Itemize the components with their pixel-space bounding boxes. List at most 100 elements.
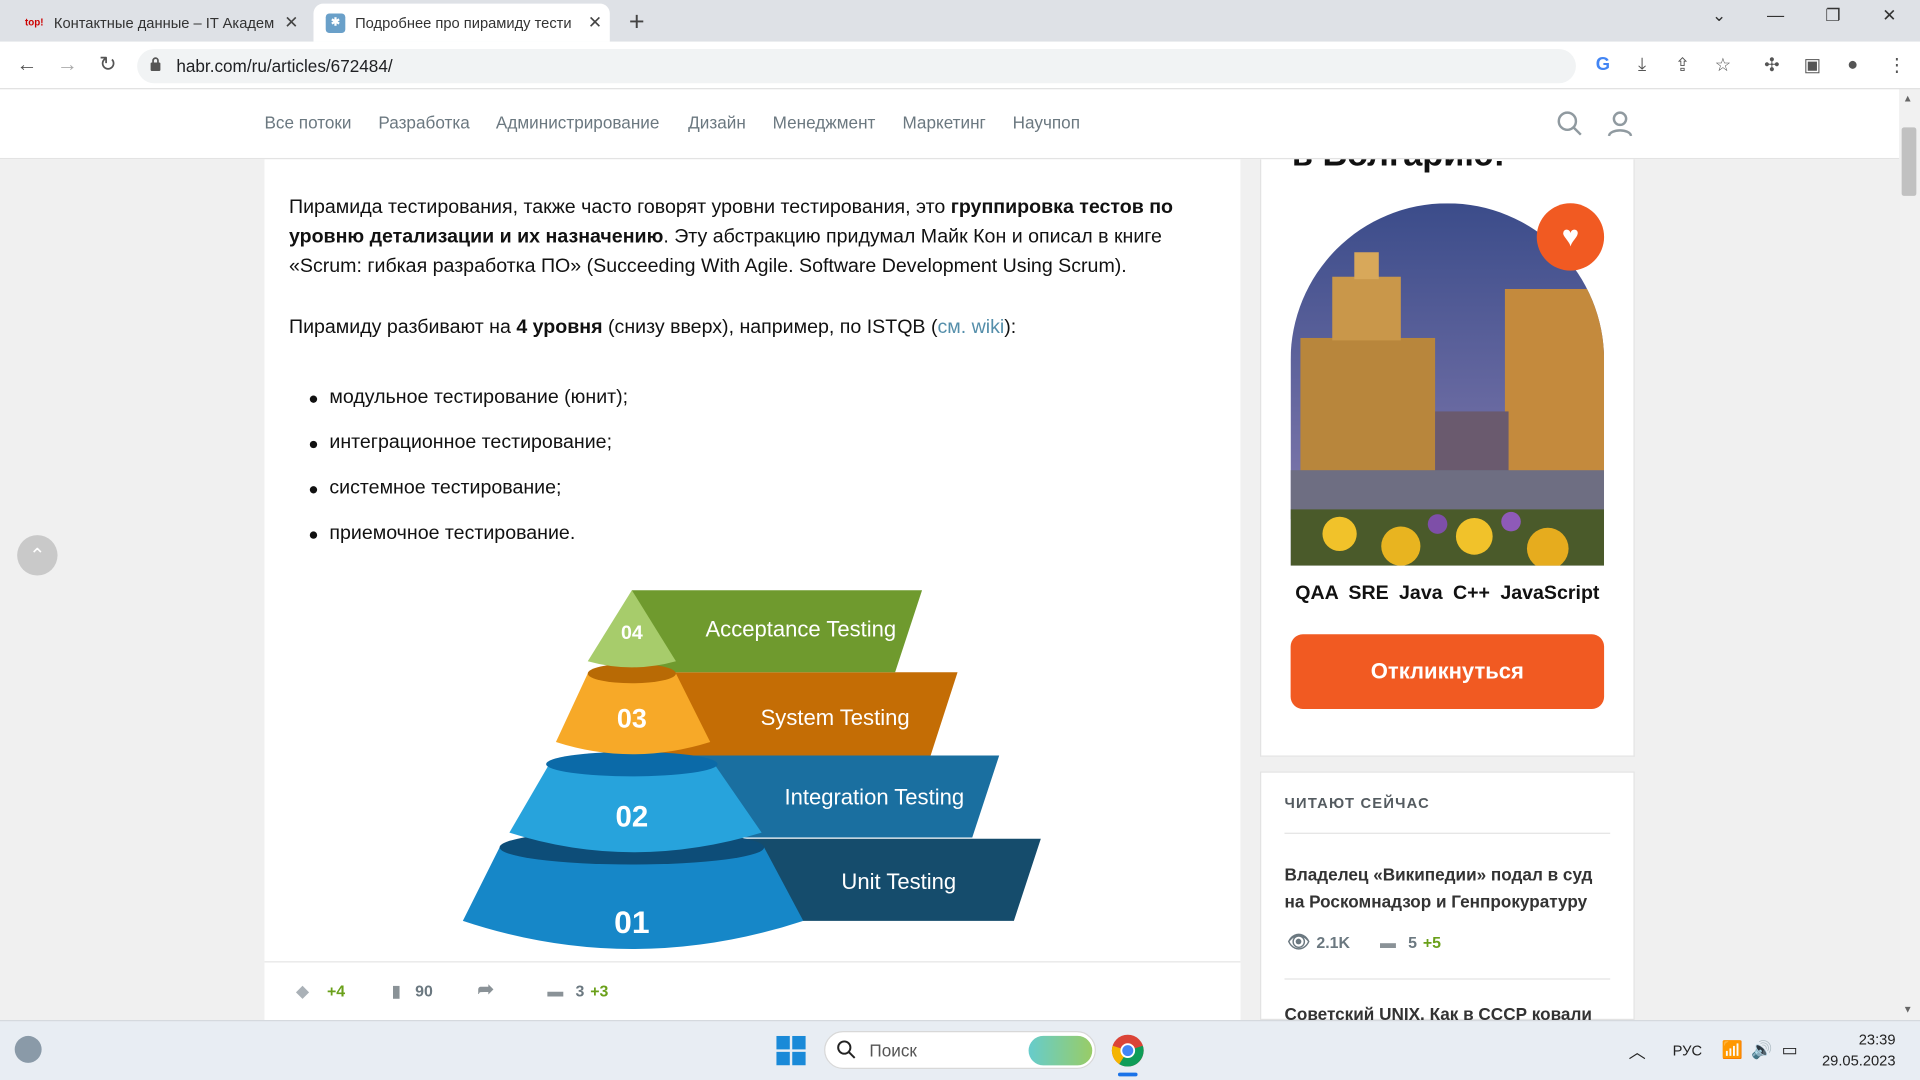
clock-date[interactable]: 29.05.2023	[1810, 1052, 1896, 1069]
volume-icon[interactable]: 🔊	[1751, 1040, 1772, 1061]
tab-habr-article[interactable]: ✱ Подробнее про пирамиду тести ✕	[313, 3, 610, 42]
close-tab-icon[interactable]: ✕	[580, 12, 609, 33]
nav-item-all[interactable]: Все потоки	[264, 113, 351, 133]
scroll-down-arrow-icon[interactable]: ▼	[1903, 1004, 1913, 1015]
reload-icon[interactable]: ↻	[93, 53, 122, 77]
paragraph-bold: 4 уровня	[516, 317, 603, 338]
chrome-taskbar-icon[interactable]	[1111, 1033, 1145, 1067]
scrollbar-thumb[interactable]	[1901, 127, 1917, 196]
nav-item-popsci[interactable]: Научпоп	[1013, 113, 1080, 133]
divider	[1284, 978, 1611, 980]
views-eye-icon: 👁	[1286, 931, 1311, 953]
download-icon[interactable]: ⤓	[1629, 54, 1656, 75]
star-icon[interactable]: ☆	[1709, 54, 1736, 76]
page-scrollbar[interactable]	[1899, 89, 1920, 1021]
back-icon[interactable]: ←	[12, 53, 41, 77]
tab-contacts[interactable]: top! Контактные данные – IT Академ ✕	[12, 4, 306, 42]
pyramid-label: System Testing	[761, 705, 910, 730]
wifi-icon[interactable]: 📶	[1722, 1040, 1743, 1061]
habr-favicon-icon: ✱	[325, 12, 346, 33]
lock-icon[interactable]	[149, 56, 161, 72]
wiki-link[interactable]: см. wiki	[937, 317, 1004, 338]
nav-item-management[interactable]: Менеджмент	[773, 113, 876, 133]
forward-icon[interactable]: →	[53, 53, 82, 77]
ad-tags: QAA SRE Java C++ JavaScript	[1295, 582, 1600, 604]
tab-title: Контактные данные – IT Академ	[53, 14, 275, 32]
paragraph-text: Пирамида тестирования, также часто говор…	[288, 197, 951, 218]
bookmark-count: 90	[415, 982, 433, 1001]
share-icon[interactable]: ⇪	[1669, 54, 1696, 76]
keyboard-language[interactable]: РУС	[1673, 1042, 1702, 1059]
share-arrow-icon[interactable]: ➦	[478, 977, 494, 1001]
user-icon[interactable]	[1607, 110, 1634, 137]
rating-icon[interactable]: ◆	[296, 982, 308, 1002]
search-highlight-icon	[1028, 1035, 1093, 1066]
rating-value: +4	[326, 982, 346, 1001]
clock-time[interactable]: 23:39	[1822, 1031, 1896, 1048]
chevron-up-icon: ⌃	[29, 545, 46, 567]
article-footer-bar	[264, 961, 1241, 1021]
nav-item-design[interactable]: Дизайн	[688, 113, 746, 133]
new-tab-icon[interactable]: +	[622, 6, 651, 38]
comment-new-count: +5	[1422, 933, 1442, 952]
active-app-indicator	[1117, 1072, 1138, 1077]
pyramid-label: Acceptance Testing	[705, 617, 896, 642]
pyramid-num: 01	[614, 904, 649, 940]
reading-post-title[interactable]: Советский UNIX. Как в СССР ковали	[1285, 1002, 1611, 1020]
sidepanel-icon[interactable]: ▣	[1799, 54, 1826, 76]
bullet	[309, 395, 318, 403]
search-placeholder: Поиск	[869, 1040, 917, 1060]
minimize-icon[interactable]: —	[1757, 5, 1794, 25]
list-item: системное тестирование;	[329, 477, 562, 499]
testing-pyramid-image: 01 02 03 04 Unit Testing Integration Tes…	[462, 590, 1041, 949]
list-item: приемочное тестирование.	[329, 522, 576, 544]
list-item: интеграционное тестирование;	[329, 432, 613, 454]
pyramid-num: 03	[617, 703, 647, 733]
comment-count: 3	[575, 982, 585, 1001]
battery-icon[interactable]: ▭	[1782, 1040, 1798, 1061]
profile-icon[interactable]: ●	[1839, 54, 1866, 75]
tray-overflow-icon[interactable]: ︿	[1629, 1040, 1646, 1064]
extensions-icon[interactable]: ✣	[1758, 54, 1785, 76]
menu-icon[interactable]: ⋮	[1883, 54, 1910, 76]
windows-start-icon[interactable]	[776, 1035, 806, 1066]
comment-count: 5	[1408, 933, 1418, 952]
pyramid-label: Integration Testing	[784, 784, 964, 809]
tab-title: Подробнее про пирамиду тести	[355, 14, 572, 32]
bullet	[309, 440, 318, 449]
nav-item-development[interactable]: Разработка	[378, 113, 469, 133]
restore-icon[interactable]: ❐	[1815, 5, 1852, 26]
scroll-to-top-button[interactable]: ⌃	[17, 535, 58, 576]
bullet	[309, 486, 318, 494]
bookmark-icon[interactable]: ▮	[392, 982, 401, 1002]
reading-now-header: ЧИТАЮТ СЕЙЧАС	[1284, 794, 1430, 812]
google-icon[interactable]: G	[1589, 54, 1616, 75]
pyramid-num: 04	[621, 622, 643, 644]
weather-widget-icon[interactable]	[14, 1035, 42, 1063]
article-paragraph-2: Пирамиду разбивают на 4 уровня (снизу вв…	[289, 313, 1220, 342]
nav-item-marketing[interactable]: Маркетинг	[902, 113, 985, 133]
divider	[1284, 832, 1611, 834]
bullet	[309, 531, 318, 539]
apply-button[interactable]: Откликнуться	[1290, 634, 1605, 709]
search-icon[interactable]	[1556, 110, 1583, 137]
views-count: 2.1K	[1316, 933, 1350, 952]
tab-search-icon[interactable]: ⌄	[1701, 5, 1738, 26]
pyramid-label: Unit Testing	[841, 869, 956, 894]
paragraph-text: (снизу вверх), например, по ISTQB (	[602, 317, 938, 338]
close-tab-icon[interactable]: ✕	[277, 12, 306, 33]
taskbar-search-icon	[837, 1040, 856, 1059]
address-bar[interactable]: habr.com/ru/articles/672484/	[137, 48, 1576, 84]
url-text: habr.com/ru/articles/672484/	[176, 56, 393, 76]
top-academy-favicon-icon: top!	[25, 17, 44, 29]
nav-item-admin[interactable]: Администрирование	[496, 113, 659, 133]
scroll-up-arrow-icon[interactable]: ▲	[1903, 93, 1913, 104]
comment-new-count: +3	[590, 982, 609, 1001]
reading-post-title[interactable]: Владелец «Википедии» подал в суд на Роск…	[1285, 861, 1611, 915]
comment-icon[interactable]: ▬	[1380, 933, 1396, 951]
paragraph-text: Пирамиду разбивают на	[288, 317, 517, 338]
comment-icon[interactable]: ▬	[547, 982, 563, 1000]
favorite-heart-icon[interactable]: ♥	[1536, 203, 1605, 271]
paragraph-text: ):	[1004, 317, 1017, 338]
window-close-icon[interactable]: ✕	[1871, 5, 1908, 26]
